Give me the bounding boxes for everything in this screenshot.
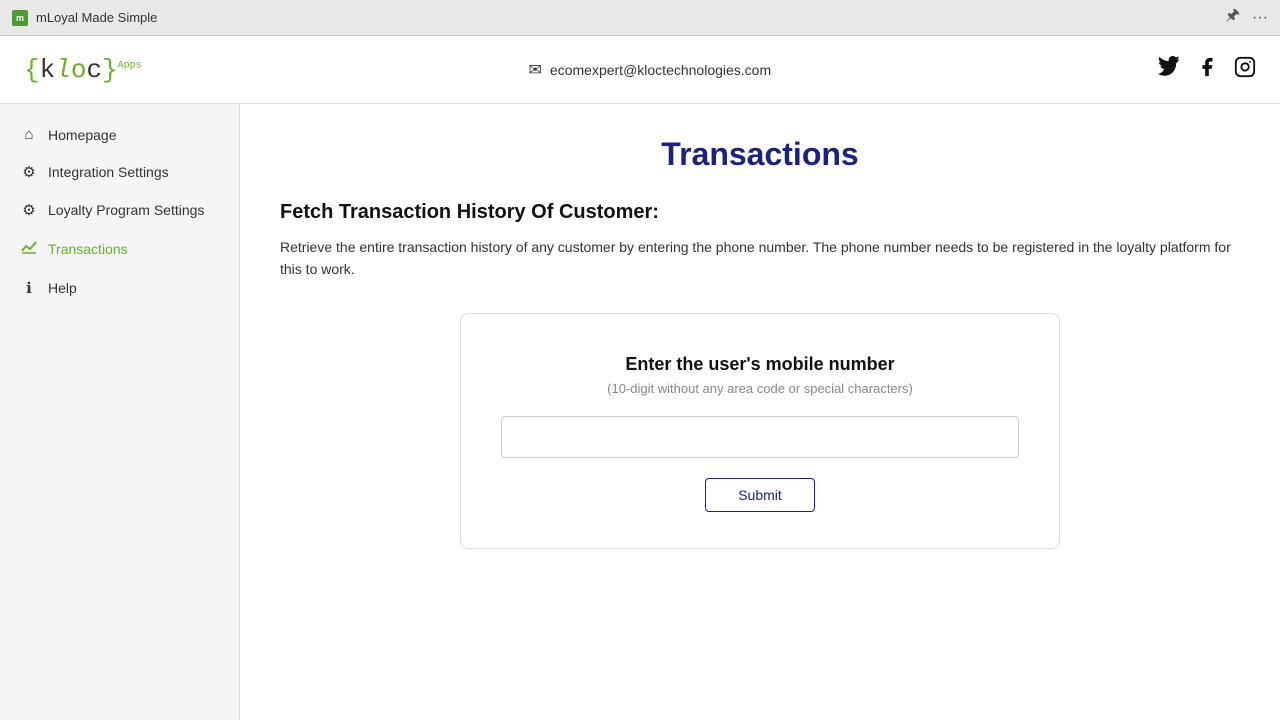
instagram-icon[interactable]	[1234, 56, 1256, 84]
section-title: Fetch Transaction History Of Customer:	[280, 201, 1240, 224]
sidebar: ⌂ Homepage ⚙ Integration Settings ⚙ Loya…	[0, 104, 240, 720]
card-title: Enter the user's mobile number	[625, 354, 894, 375]
logo-open-brace: {	[24, 55, 40, 85]
app-body: ⌂ Homepage ⚙ Integration Settings ⚙ Loya…	[0, 104, 1280, 720]
chart-icon	[20, 239, 38, 259]
browser-tab: m mLoyal Made Simple	[12, 10, 157, 26]
card-subtitle: (10-digit without any area code or speci…	[607, 381, 913, 396]
sidebar-item-homepage[interactable]: ⌂ Homepage	[0, 116, 239, 153]
mobile-number-input[interactable]	[501, 416, 1019, 458]
email-icon: ✉	[529, 60, 542, 80]
more-icon[interactable]: ···	[1252, 9, 1268, 27]
facebook-icon[interactable]	[1196, 56, 1218, 84]
sidebar-item-integration-settings[interactable]: ⚙ Integration Settings	[0, 153, 239, 191]
header-email: ✉ ecomexpert@kloctechnologies.com	[529, 60, 772, 80]
sidebar-item-loyalty-program-settings[interactable]: ⚙ Loyalty Program Settings	[0, 191, 239, 229]
logo-apps: Apps	[118, 60, 142, 71]
logo: {kloc}Apps	[24, 55, 142, 85]
info-icon: ℹ	[20, 279, 38, 297]
gear-icon-loyalty: ⚙	[20, 201, 38, 219]
social-icons	[1158, 56, 1256, 84]
home-icon: ⌂	[20, 126, 38, 143]
sidebar-item-transactions[interactable]: Transactions	[0, 229, 239, 269]
tab-favicon: m	[12, 10, 28, 26]
logo-c: c	[86, 55, 102, 85]
main-content: Transactions Fetch Transaction History O…	[240, 104, 1280, 720]
page-title: Transactions	[280, 136, 1240, 173]
logo-o: o	[71, 55, 87, 85]
sidebar-label-integration-settings: Integration Settings	[48, 164, 169, 180]
submit-button[interactable]: Submit	[705, 478, 815, 512]
app-header: {kloc}Apps ✉ ecomexpert@kloctechnologies…	[0, 36, 1280, 104]
gear-icon-integration: ⚙	[20, 163, 38, 181]
email-address: ecomexpert@kloctechnologies.com	[550, 62, 771, 78]
mobile-number-card: Enter the user's mobile number (10-digit…	[460, 313, 1060, 549]
logo-k: k	[40, 55, 56, 85]
twitter-icon[interactable]	[1158, 56, 1180, 84]
sidebar-label-transactions: Transactions	[48, 241, 128, 257]
sidebar-label-help: Help	[48, 280, 77, 296]
browser-bar: m mLoyal Made Simple 🖈 ···	[0, 0, 1280, 36]
logo-close-brace: }	[102, 55, 118, 85]
tab-title: mLoyal Made Simple	[36, 10, 157, 25]
section-desc: Retrieve the entire transaction history …	[280, 236, 1240, 281]
sidebar-item-help[interactable]: ℹ Help	[0, 269, 239, 307]
sidebar-label-homepage: Homepage	[48, 127, 117, 143]
logo-l: l	[55, 55, 71, 85]
sidebar-label-loyalty: Loyalty Program Settings	[48, 202, 204, 218]
pin-icon[interactable]: 🖈	[1225, 4, 1240, 31]
browser-actions: 🖈 ···	[1225, 4, 1268, 31]
